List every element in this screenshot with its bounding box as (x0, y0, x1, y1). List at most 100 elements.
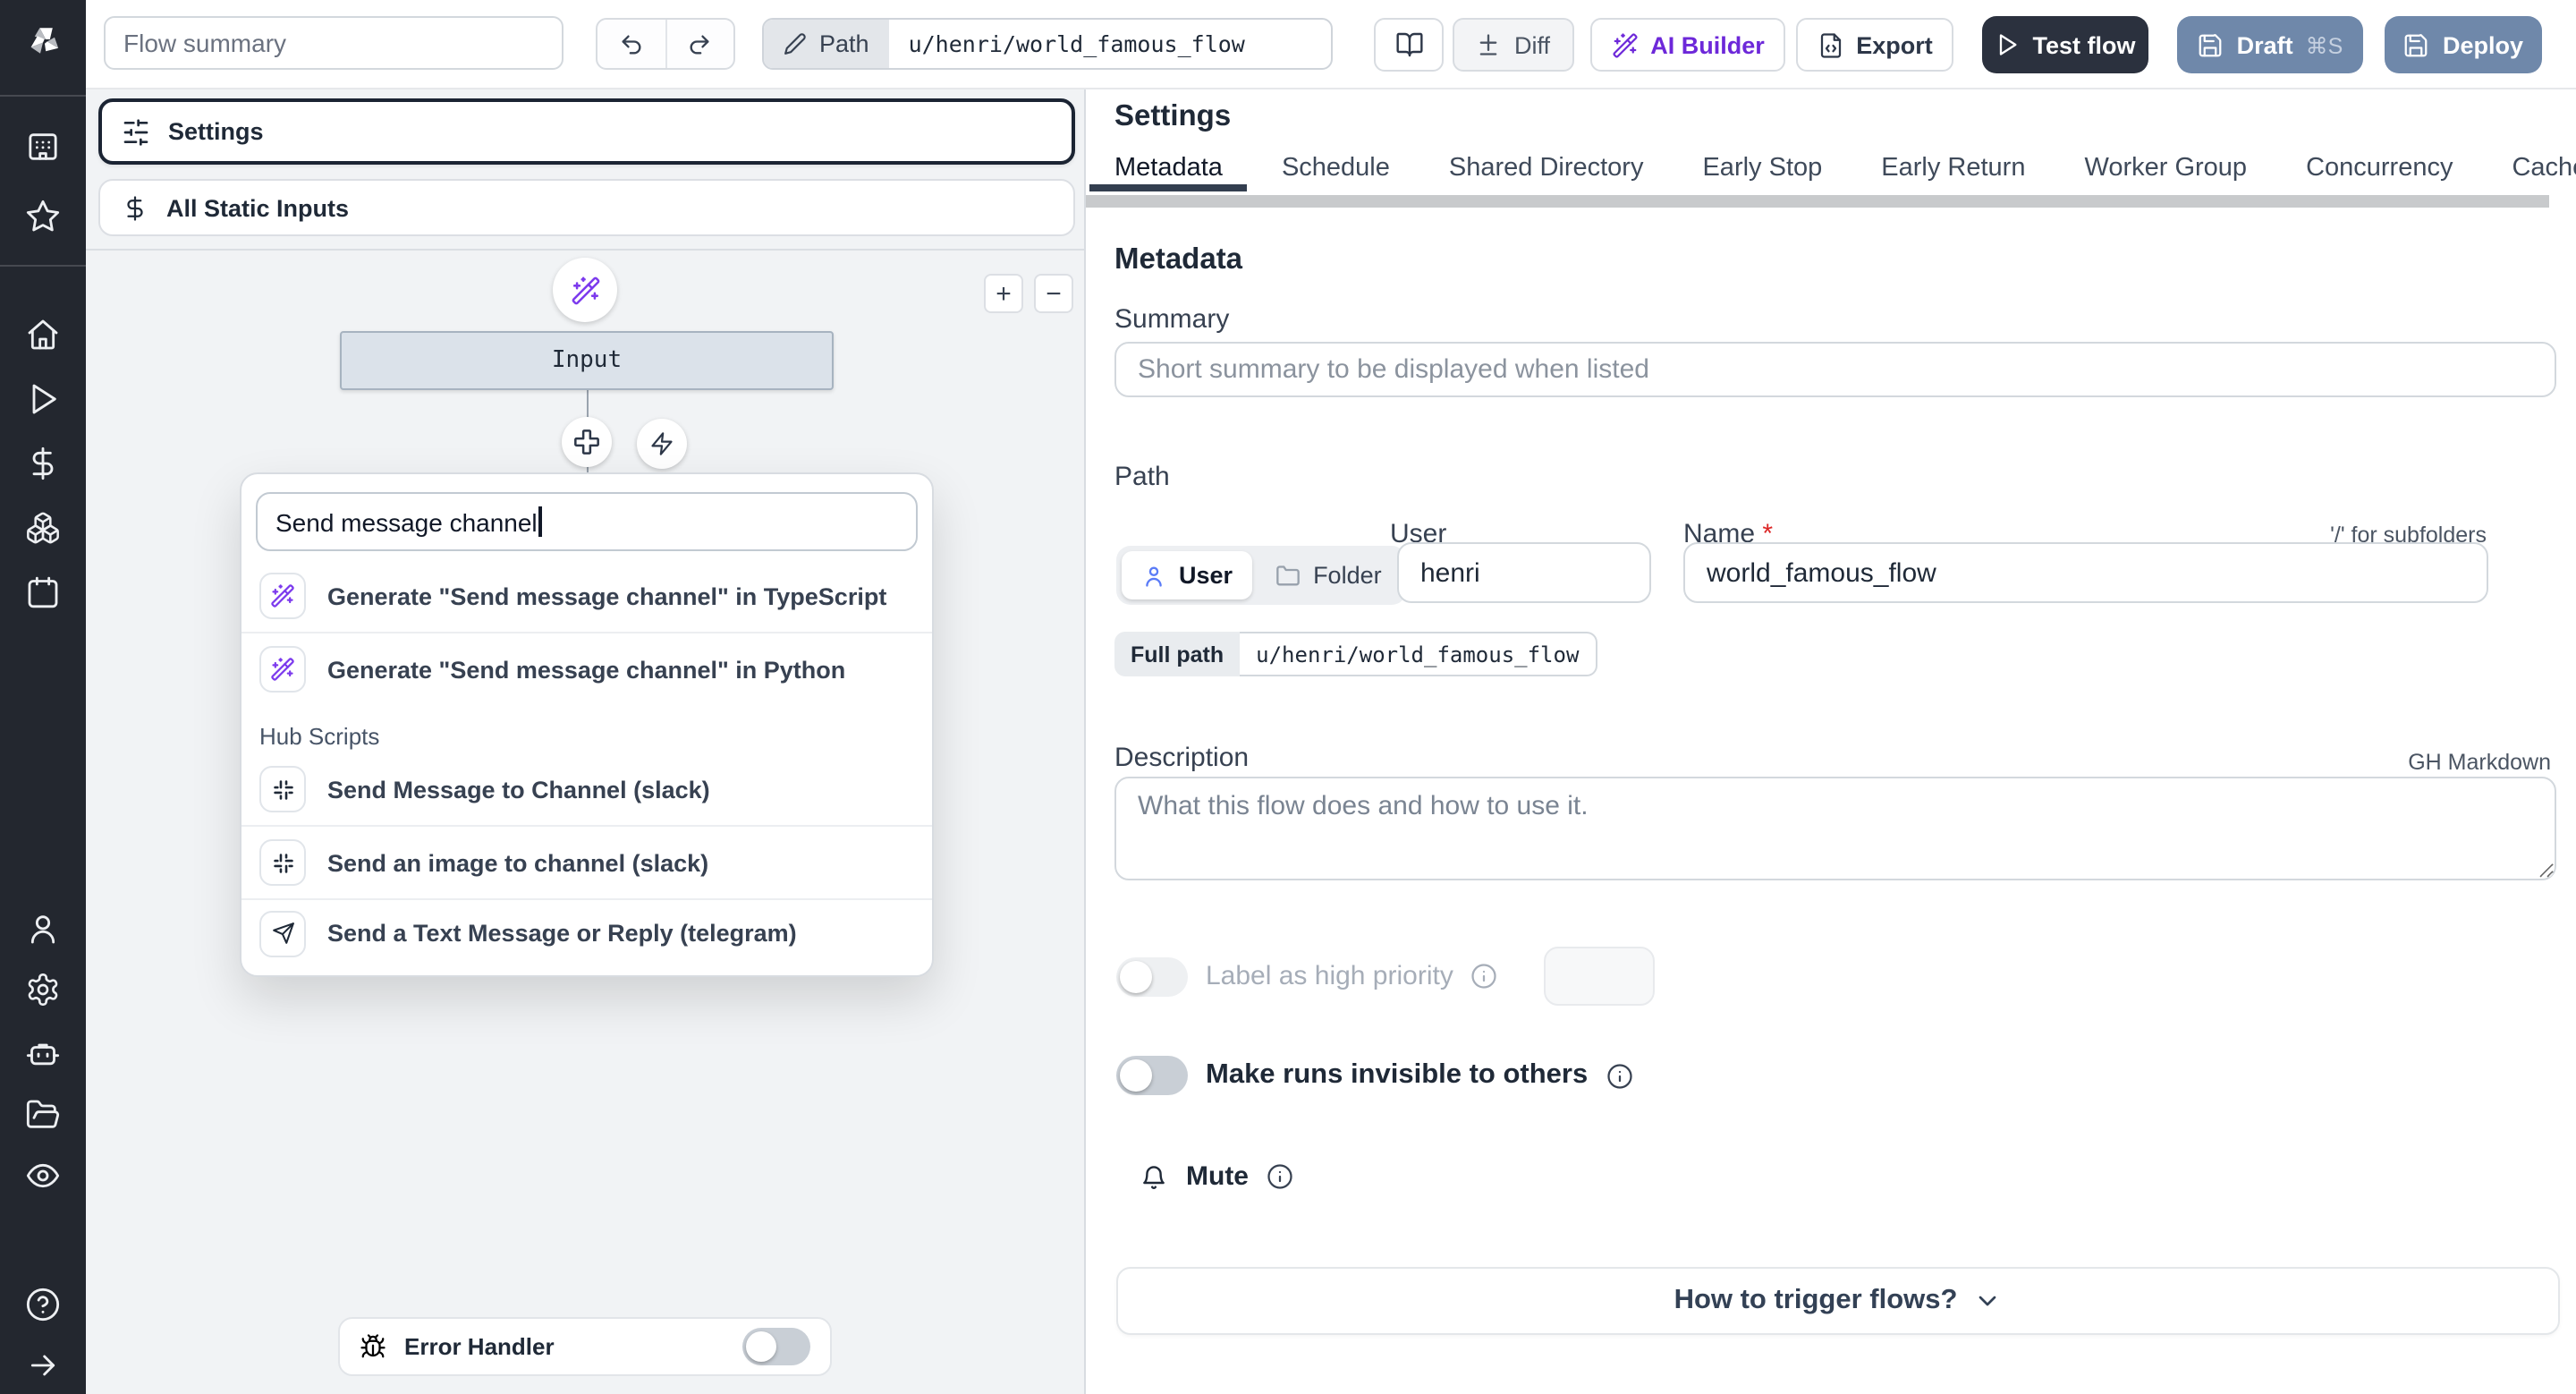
tab-schedule[interactable]: Schedule (1257, 154, 1415, 191)
all-static-inputs-label: All Static Inputs (166, 194, 350, 221)
summary-input[interactable] (1114, 342, 2556, 397)
undo-redo-group (596, 18, 735, 70)
home-icon[interactable] (25, 317, 61, 353)
diff-button[interactable]: Diff (1453, 18, 1574, 72)
info-icon[interactable] (1606, 1062, 1632, 1089)
path-chip-label: Path (764, 20, 889, 68)
draft-button[interactable]: Draft ⌘S (2177, 16, 2363, 73)
folders-icon[interactable] (25, 1097, 61, 1133)
mute-label: Mute (1186, 1161, 1249, 1192)
user-icon (1141, 563, 1166, 588)
error-handler-node[interactable]: Error Handler (338, 1317, 832, 1376)
tab-cache[interactable]: Cache (2487, 154, 2576, 191)
users-icon[interactable] (25, 911, 61, 947)
bug-icon (360, 1333, 386, 1360)
step-search-dropdown: Send message channel Generate "Send mess… (240, 472, 934, 977)
help-icon[interactable] (25, 1287, 61, 1322)
deploy-button[interactable]: Deploy (2385, 16, 2542, 73)
audit-logs-eye-icon[interactable] (25, 1158, 61, 1194)
ai-builder-button[interactable]: AI Builder (1590, 18, 1785, 72)
canvas-divider (86, 249, 1084, 251)
hub-script-option-slack-image[interactable]: Send an image to channel (slack) (242, 827, 932, 898)
toggle-knob (1120, 960, 1152, 992)
runs-icon[interactable] (25, 381, 61, 417)
all-static-inputs-node[interactable]: All Static Inputs (98, 179, 1075, 236)
schedules-calendar-icon[interactable] (25, 574, 61, 610)
option-label: Generate "Send message channel" in Pytho… (327, 656, 846, 683)
trigger-step-button[interactable] (637, 419, 687, 469)
workers-bot-icon[interactable] (25, 1036, 61, 1072)
hub-script-option-telegram-message[interactable]: Send a Text Message or Reply (telegram) (242, 900, 932, 966)
generate-python-option[interactable]: Generate "Send message channel" in Pytho… (242, 633, 932, 705)
tab-concurrency[interactable]: Concurrency (2281, 154, 2478, 191)
tab-metadata[interactable]: Metadata (1089, 154, 1248, 191)
step-search-value: Send message channel (275, 507, 538, 536)
owner-user-input[interactable] (1397, 542, 1651, 603)
sidebar-divider (0, 265, 86, 267)
option-label: Send an image to channel (slack) (327, 849, 709, 876)
wand-icon (259, 646, 306, 693)
wand-icon (259, 573, 306, 619)
ai-flow-button[interactable] (553, 258, 617, 322)
info-icon[interactable] (1471, 963, 1498, 990)
tabs-horizontal-scrollbar[interactable] (1086, 195, 2549, 208)
full-path-label: Full path (1114, 632, 1241, 676)
input-node[interactable]: Input (340, 331, 834, 390)
mute-row: Mute (1140, 1161, 1293, 1192)
tab-early-return[interactable]: Early Return (1856, 154, 2050, 191)
draft-label: Draft (2236, 31, 2293, 58)
path-label: Path (819, 30, 869, 57)
flow-settings-label: Settings (168, 118, 264, 145)
export-button[interactable]: Export (1796, 18, 1953, 72)
high-priority-toggle[interactable] (1116, 956, 1188, 996)
step-search-input[interactable]: Send message channel (256, 492, 918, 551)
description-textarea[interactable] (1114, 777, 2556, 880)
tab-worker-group[interactable]: Worker Group (2059, 154, 2272, 191)
wand-icon (570, 275, 600, 305)
info-icon[interactable] (1267, 1163, 1293, 1190)
path-chip[interactable]: Path u/henri/world_famous_flow (762, 18, 1333, 70)
invisible-runs-row: Make runs invisible to others (1116, 1056, 1632, 1095)
zoom-out-button[interactable]: − (1034, 274, 1073, 313)
draft-shortcut: ⌘S (2305, 33, 2343, 58)
option-label: Send a Text Message or Reply (telegram) (327, 920, 797, 947)
toggle-knob (746, 1331, 776, 1362)
redo-button[interactable] (666, 20, 733, 68)
tab-early-stop[interactable]: Early Stop (1677, 154, 1847, 191)
path-value: u/henri/world_famous_flow (908, 30, 1245, 57)
expand-sidebar-arrow-icon[interactable] (25, 1347, 61, 1383)
flow-summary-input[interactable] (104, 16, 564, 70)
test-flow-button[interactable]: Test flow (1982, 16, 2148, 73)
owner-folder-segment[interactable]: Folder (1256, 551, 1402, 599)
windmill-flow-editor: Path u/henri/world_famous_flow Diff AI B… (0, 0, 2576, 1394)
zoom-in-button[interactable]: + (984, 274, 1023, 313)
settings-gear-icon[interactable] (25, 972, 61, 1007)
docs-button[interactable] (1374, 18, 1444, 72)
tab-shared-directory[interactable]: Shared Directory (1424, 154, 1669, 191)
test-flow-label: Test flow (2032, 31, 2136, 58)
full-path-row: Full path u/henri/world_famous_flow (1114, 632, 1597, 676)
undo-button[interactable] (597, 20, 666, 68)
slack-icon (259, 839, 306, 886)
owner-user-segment[interactable]: User (1122, 551, 1253, 599)
favorites-star-icon[interactable] (25, 199, 61, 234)
generate-typescript-option[interactable]: Generate "Send message channel" in TypeS… (242, 560, 932, 632)
owner-kind-segmented-control: User Folder (1116, 546, 1407, 605)
windmill-logo-icon[interactable] (23, 20, 66, 63)
full-path-value: u/henri/world_famous_flow (1240, 632, 1597, 676)
resources-icon[interactable] (25, 510, 61, 546)
save-icon (2198, 31, 2224, 58)
invisible-runs-toggle[interactable] (1116, 1056, 1188, 1095)
flow-canvas: Settings All Static Inputs + − Input Sen… (86, 89, 1084, 1394)
how-to-trigger-flows-button[interactable]: How to trigger flows? (1116, 1267, 2560, 1335)
error-handler-toggle[interactable] (742, 1328, 810, 1365)
undo-icon (619, 31, 644, 56)
toggle-knob (1120, 1059, 1152, 1092)
hub-script-option-slack-message[interactable]: Send Message to Channel (slack) (242, 753, 932, 825)
flow-settings-node[interactable]: Settings (98, 98, 1075, 165)
folder-icon (1275, 563, 1301, 588)
add-step-button[interactable] (562, 417, 612, 467)
variables-icon[interactable] (25, 446, 61, 481)
flow-name-input[interactable] (1683, 542, 2488, 603)
workspace-icon[interactable] (25, 129, 61, 165)
